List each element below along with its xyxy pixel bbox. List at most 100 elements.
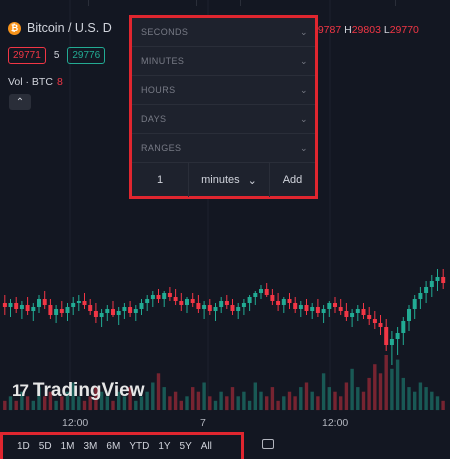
candle-body bbox=[99, 313, 104, 317]
candle bbox=[167, 287, 172, 301]
candle bbox=[8, 299, 13, 317]
candle bbox=[76, 295, 81, 311]
section-hours[interactable]: HOURS ⌄ bbox=[132, 76, 315, 105]
candle bbox=[179, 293, 184, 311]
buy-button[interactable]: 29776 bbox=[67, 47, 106, 64]
symbol-title[interactable]: Bitcoin / U.S. D bbox=[27, 21, 112, 35]
candle bbox=[429, 275, 434, 297]
candle-body bbox=[435, 277, 440, 281]
interval-dropdown[interactable]: SECONDS ⌄ MINUTES ⌄ HOURS ⌄ DAYS ⌄ RANGE… bbox=[132, 18, 315, 197]
chevron-down-icon: ⌄ bbox=[300, 142, 308, 153]
section-ranges[interactable]: RANGES ⌄ bbox=[132, 134, 315, 163]
candle bbox=[236, 303, 241, 319]
section-label: MINUTES bbox=[141, 56, 185, 66]
candle-body bbox=[162, 293, 167, 299]
candle-body bbox=[401, 321, 406, 333]
interval-value: 1 bbox=[156, 174, 164, 186]
range-1m[interactable]: 1M bbox=[61, 441, 75, 459]
chevron-up-icon: ⌃ bbox=[15, 96, 25, 108]
volume-bar bbox=[344, 382, 349, 410]
candle-body bbox=[76, 301, 81, 303]
time-axis-label: 12:00 bbox=[322, 417, 349, 429]
candle-body bbox=[389, 339, 394, 345]
candle bbox=[333, 297, 337, 313]
candle bbox=[2, 295, 7, 315]
range-6m[interactable]: 6M bbox=[106, 441, 120, 459]
candle bbox=[304, 299, 309, 315]
symbol-header[interactable]: ₿ Bitcoin / U.S. D bbox=[8, 21, 112, 35]
add-interval-button[interactable]: Add bbox=[270, 174, 315, 186]
candle-body bbox=[105, 309, 110, 313]
section-days[interactable]: DAYS ⌄ bbox=[132, 105, 315, 134]
volume-label: Vol · BTC bbox=[8, 76, 53, 88]
interval-value-input[interactable]: 1 bbox=[132, 163, 189, 197]
volume-bar bbox=[333, 391, 337, 410]
candle-body bbox=[179, 301, 184, 305]
candle-body bbox=[173, 297, 178, 301]
candle-body bbox=[219, 301, 224, 307]
candle bbox=[93, 303, 98, 323]
candle-body bbox=[384, 327, 389, 345]
candle bbox=[25, 297, 30, 315]
volume-bar bbox=[401, 377, 405, 410]
calendar-icon[interactable] bbox=[262, 439, 274, 449]
candle-body bbox=[19, 305, 24, 309]
candle-body bbox=[293, 303, 298, 309]
range-all[interactable]: All bbox=[201, 441, 212, 459]
spread-value: 5 bbox=[53, 50, 60, 61]
candle bbox=[82, 293, 87, 309]
candle bbox=[310, 303, 315, 319]
candle bbox=[128, 301, 133, 317]
range-1y[interactable]: 1Y bbox=[158, 441, 170, 459]
candle-body bbox=[25, 305, 30, 311]
range-5d[interactable]: 5D bbox=[39, 441, 52, 459]
candle-body bbox=[361, 309, 366, 315]
range-ytd[interactable]: YTD bbox=[129, 441, 149, 459]
collapse-legend-button[interactable]: ⌃ bbox=[9, 94, 31, 110]
interval-unit: minutes bbox=[201, 174, 240, 186]
ohlc-legend: 29787 H29803 L29770 bbox=[312, 24, 419, 36]
candle bbox=[270, 289, 275, 305]
candle bbox=[133, 305, 138, 321]
range-5y[interactable]: 5Y bbox=[180, 441, 192, 459]
candle bbox=[395, 327, 400, 355]
volume-bar bbox=[361, 391, 366, 410]
candle-body bbox=[315, 307, 320, 313]
candle bbox=[367, 307, 372, 325]
candle-body bbox=[133, 309, 138, 313]
candle-body bbox=[333, 303, 337, 307]
candle-body bbox=[202, 305, 207, 309]
candlestick-series bbox=[2, 269, 446, 365]
sell-button[interactable]: 29771 bbox=[8, 47, 46, 64]
chevron-down-icon: ⌄ bbox=[300, 26, 308, 37]
candle bbox=[259, 285, 263, 299]
candle-body bbox=[372, 319, 377, 323]
candle bbox=[293, 297, 298, 313]
time-axis[interactable]: 12:00 7 12:00 bbox=[0, 409, 450, 431]
chevron-down-icon: ⌄ bbox=[300, 84, 308, 95]
range-1d[interactable]: 1D bbox=[17, 441, 30, 459]
interval-unit-select[interactable]: minutes ⌄ bbox=[189, 163, 270, 197]
volume-value: 8 bbox=[56, 76, 63, 88]
section-seconds[interactable]: SECONDS ⌄ bbox=[132, 18, 315, 47]
section-minutes[interactable]: MINUTES ⌄ bbox=[132, 47, 315, 76]
candle-body bbox=[355, 309, 360, 313]
section-label: DAYS bbox=[141, 114, 167, 124]
candle bbox=[378, 315, 383, 335]
candle bbox=[247, 295, 252, 311]
candle-body bbox=[128, 307, 133, 313]
candle-body bbox=[190, 299, 195, 303]
candle-body bbox=[2, 303, 7, 307]
candle bbox=[196, 295, 201, 313]
range-3m[interactable]: 3M bbox=[84, 441, 98, 459]
candle-body bbox=[116, 311, 121, 315]
tradingview-logo-text: TradingView bbox=[32, 380, 145, 401]
volume-bar bbox=[407, 387, 411, 410]
tradingview-logo[interactable]: 17 TradingView bbox=[12, 380, 145, 402]
volume-bar bbox=[202, 382, 206, 410]
candle bbox=[219, 297, 224, 313]
section-label: RANGES bbox=[141, 143, 182, 153]
candle-body bbox=[82, 301, 87, 305]
volume-bar bbox=[219, 391, 223, 410]
candle-body bbox=[71, 303, 76, 307]
